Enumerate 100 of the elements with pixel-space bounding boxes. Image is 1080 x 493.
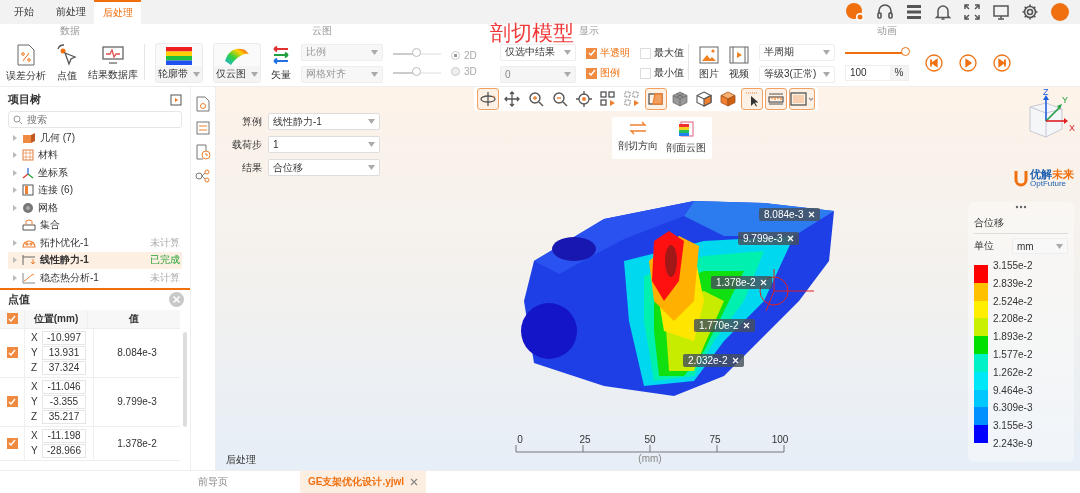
expand-arrow-icon[interactable] [12, 204, 18, 211]
tree-item[interactable]: 稳态热分析-1 未计算 [8, 269, 182, 287]
ribbon-tab[interactable]: 开始 [0, 0, 47, 24]
tree-item[interactable]: 线性静力-1 已完成 [8, 251, 182, 269]
monitor-icon[interactable] [992, 3, 1010, 21]
unit-select[interactable]: mm [1012, 238, 1068, 254]
sliders-icon[interactable] [196, 121, 210, 135]
drag-handle-icon[interactable] [1015, 205, 1027, 209]
form-select[interactable]: 1 [268, 136, 380, 153]
tree-item[interactable]: 坐标系 [8, 164, 182, 182]
scale-unit: (mm) [638, 453, 662, 464]
coordinate-field[interactable]: 13.931 [42, 345, 86, 360]
group-title: 云图 [311, 25, 332, 36]
period-select[interactable]: 半周期 [759, 43, 835, 61]
headset-icon[interactable] [876, 3, 894, 21]
axis-label: X [31, 430, 38, 441]
tree-item[interactable]: 集合 [8, 216, 182, 234]
video-button[interactable]: 视频 [729, 45, 749, 81]
share-nodes-icon[interactable] [195, 169, 211, 183]
expand-arrow-icon[interactable] [12, 239, 18, 246]
coordinate-field[interactable]: -11.046 [42, 379, 86, 394]
view-tool-button[interactable] [573, 88, 595, 110]
legend-tick: 2.839e-2 [993, 276, 1033, 291]
section-menu-item[interactable]: 剖切方向 [618, 121, 658, 155]
document-tab[interactable]: 前导页 [190, 471, 300, 493]
coordinate-field[interactable]: 37.324 [42, 360, 86, 375]
panel-toggle-icon[interactable] [170, 93, 182, 106]
probe-label: 1.770e-2 [694, 319, 756, 332]
step-select[interactable]: 0 [500, 65, 576, 83]
row-checkbox[interactable] [6, 437, 18, 449]
legend-title: 合位移 [974, 214, 1068, 234]
move-icon [504, 91, 520, 107]
display-checkbox[interactable]: 最小值 [640, 66, 684, 80]
document-clock-icon[interactable] [195, 144, 211, 160]
tree-item[interactable]: 拓扑优化-1 未计算 [8, 234, 182, 252]
server-icon[interactable] [905, 3, 923, 21]
expand-arrow-icon[interactable] [12, 257, 18, 264]
expand-arrow-icon[interactable] [12, 134, 18, 141]
user-badge-icon[interactable] [845, 2, 865, 22]
row-checkbox[interactable] [6, 347, 18, 358]
coordinate-field[interactable]: -28.966 [42, 443, 86, 458]
tree-item[interactable]: 几何 (7) [8, 129, 182, 147]
expand-arrow-icon[interactable] [12, 169, 18, 176]
form-select[interactable]: 线性静力-1 [268, 113, 380, 130]
expand-arrow-icon[interactable] [12, 152, 18, 159]
coordinate-field[interactable]: -10.997 [42, 330, 86, 345]
vector-button[interactable]: 矢量 [271, 44, 291, 82]
avatar-icon[interactable] [1050, 2, 1070, 22]
check-icon [8, 348, 16, 357]
axis-label: Z [31, 362, 38, 373]
tree-item[interactable]: 网格 [8, 199, 182, 217]
document-gear-icon[interactable] [196, 96, 210, 112]
grade-select[interactable]: 等级3(正常) [759, 65, 835, 83]
view-tool-button[interactable] [477, 88, 499, 110]
view-tool-button[interactable] [741, 88, 763, 110]
ribbon-button[interactable]: 误差分析 [6, 43, 46, 83]
display-checkbox[interactable]: 最大值 [640, 46, 684, 60]
contour-band-dropdown[interactable]: 轮廓带 [155, 43, 203, 83]
row-checkbox[interactable] [6, 396, 18, 407]
section-plane-icon [648, 91, 664, 107]
tree-item[interactable]: 材料 [8, 146, 182, 164]
next-frame-icon[interactable] [993, 54, 1011, 72]
shaded-cube-icon [720, 91, 736, 107]
coordinate-field[interactable]: 35.217 [42, 409, 86, 424]
expand-arrow-icon[interactable] [12, 274, 18, 281]
probe-label: 1.378e-2 [711, 276, 773, 289]
coordinate-field[interactable]: -11.198 [42, 428, 86, 443]
form-label: 算例 [241, 114, 262, 129]
expand-arrow-icon[interactable] [12, 187, 18, 194]
slider-thumb[interactable] [412, 47, 421, 57]
scale-tick: 25 [578, 434, 592, 445]
image-button[interactable]: 图片 [699, 45, 719, 81]
previous-frame-icon[interactable] [925, 54, 943, 72]
slider-thumb[interactable] [901, 46, 910, 56]
coordinate-field[interactable]: -3.355 [42, 394, 86, 409]
search-field[interactable]: 搜索 [8, 111, 182, 128]
bell-icon[interactable] [934, 3, 952, 21]
axis-label: Y [31, 396, 38, 407]
result-select[interactable]: 仅选中结果 [500, 43, 576, 61]
contour-cloud-dropdown[interactable]: 仅云图 [213, 43, 261, 83]
chart-icon [22, 271, 36, 284]
dome-icon [22, 237, 36, 248]
group-title: 显示 [579, 25, 599, 36]
play-icon[interactable] [959, 54, 977, 72]
ribbon-button[interactable]: 点值 [56, 43, 78, 83]
slider-thumb[interactable] [412, 66, 421, 76]
ribbon-button[interactable]: 结果数据库 [88, 44, 138, 82]
tree-item[interactable]: 连接 (6) [8, 181, 182, 199]
scale-tick: 75 [708, 434, 722, 445]
select-all-checkbox[interactable] [6, 313, 18, 324]
ribbon-tab[interactable]: 前处理 [47, 0, 94, 24]
form-select[interactable]: 合位移 [268, 159, 380, 176]
section-menu-item[interactable]: 剖面云图 [666, 121, 706, 155]
axes-icon [22, 166, 34, 179]
settings-icon[interactable] [1021, 3, 1039, 21]
probe-label: 9.799e-3 [738, 232, 800, 245]
form-label: 结果 [241, 160, 262, 175]
axis-triad-drawing[interactable]: Z Y X [1012, 87, 1076, 149]
status-label: 未计算 [150, 235, 181, 250]
fullscreen-icon[interactable] [963, 3, 981, 21]
